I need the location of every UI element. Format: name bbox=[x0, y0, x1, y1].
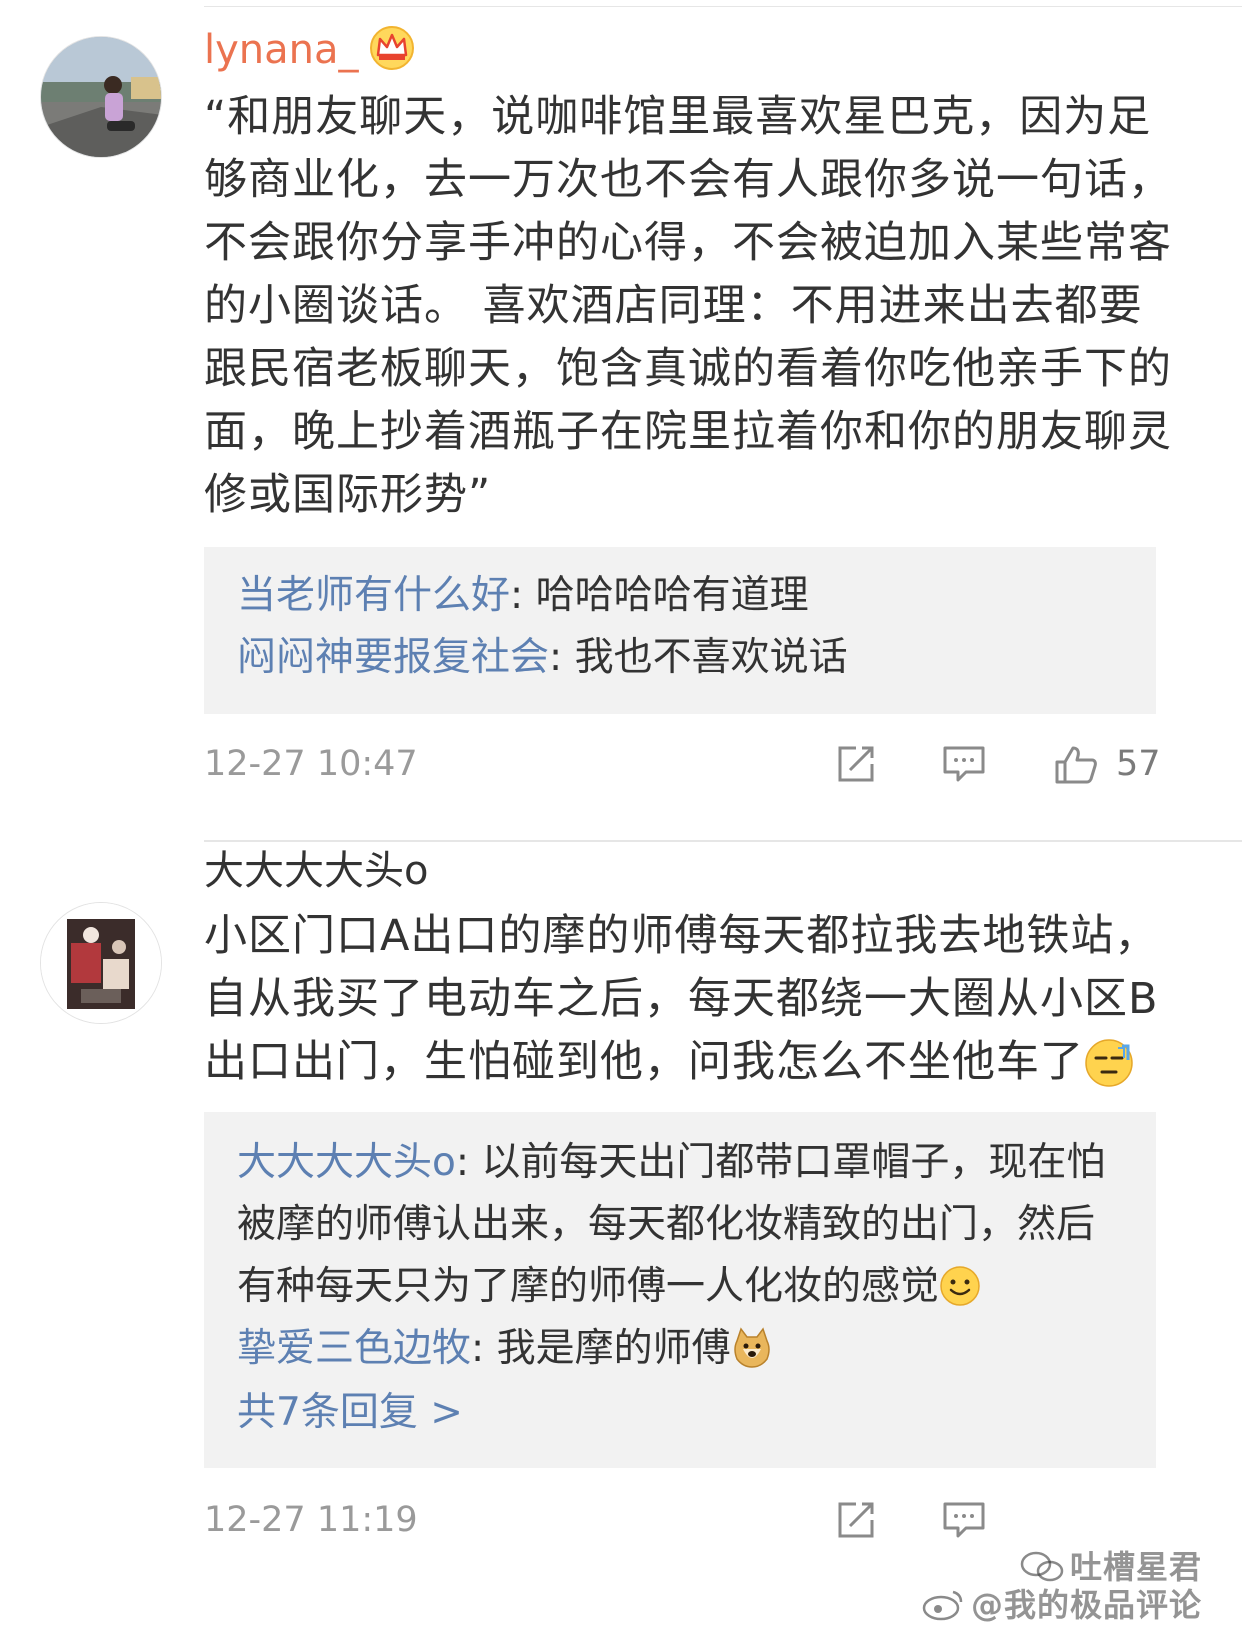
comment-item: 大大大大头o 小区门口A出口的摩的师傅每天都拉我去地铁站，自从我买了电动车之后，… bbox=[0, 842, 1242, 1627]
avatar[interactable] bbox=[40, 36, 162, 158]
reply-box[interactable]: 当老师有什么好: 哈哈哈哈有道理 闷闷神要报复社会: 我也不喜欢说话 bbox=[204, 547, 1156, 714]
wechat-icon bbox=[1020, 1550, 1064, 1584]
smile-emoji-icon bbox=[939, 1264, 981, 1306]
reply-item[interactable]: 大大大大头o: 以前每天出门都带口罩帽子，现在怕被摩的师傅认出来，每天都化妆精致… bbox=[237, 1132, 1132, 1318]
reply-separator: : bbox=[549, 635, 575, 680]
username-text[interactable]: lynana_ bbox=[204, 27, 359, 73]
doge-emoji-icon bbox=[731, 1326, 773, 1368]
timestamp: 12-27 11:19 bbox=[204, 1500, 418, 1540]
comment-text: “和朋友聊天，说咖啡馆里最喜欢星巴克，因为足够商业化，去一万次也不会有人跟你多说… bbox=[204, 92, 1172, 520]
watermark-line1: 吐槽星君 bbox=[1020, 1547, 1202, 1587]
crown-icon bbox=[369, 25, 415, 71]
comment-username[interactable]: lynana_ bbox=[204, 24, 415, 76]
share-icon[interactable] bbox=[834, 744, 878, 784]
watermark-text: @我的极品评论 bbox=[970, 1586, 1202, 1624]
reply-separator: : bbox=[471, 1326, 497, 1371]
like-count: 57 bbox=[1116, 744, 1161, 784]
comment-text: 小区门口A出口的摩的师傅每天都拉我去地铁站，自从我买了电动车之后，每天都绕一大圈… bbox=[204, 905, 1184, 1094]
watermark: 吐槽星君 @我的极品评论 bbox=[922, 1547, 1202, 1624]
reply-username[interactable]: 闷闷神要报复社会 bbox=[237, 635, 549, 680]
reply-item[interactable]: 挚爱三色边牧: 我是摩的师傅 bbox=[237, 1318, 1132, 1380]
reply-text: 我也不喜欢说话 bbox=[574, 635, 848, 680]
reply-username[interactable]: 当老师有什么好 bbox=[237, 573, 510, 618]
reply-separator: : bbox=[455, 1140, 482, 1185]
more-replies-link[interactable]: 共7条回复 > bbox=[237, 1380, 1156, 1446]
reply-username[interactable]: 挚爱三色边牧 bbox=[237, 1326, 471, 1371]
comment-icon[interactable] bbox=[942, 1500, 986, 1540]
reply-username[interactable]: 大大大大头o bbox=[237, 1140, 456, 1185]
avatar[interactable] bbox=[40, 902, 162, 1024]
reply-box[interactable]: 大大大大头o: 以前每天出门都带口罩帽子，现在怕被摩的师傅认出来，每天都化妆精致… bbox=[204, 1112, 1156, 1468]
comment-item: lynana_ “和朋友聊天，说咖啡馆里最喜欢星巴克，因为足够商业化，去一万次也… bbox=[0, 0, 1242, 840]
reply-item[interactable]: 闷闷神要报复社会: 我也不喜欢说话 bbox=[237, 627, 1132, 689]
comment-username[interactable]: 大大大大头o bbox=[204, 845, 428, 897]
comment-text-content: 小区门口A出口的摩的师傅每天都拉我去地铁站，自从我买了电动车之后，每天都绕一大圈… bbox=[204, 911, 1159, 1087]
comment-footer: 12-27 10:47 57 bbox=[204, 734, 1242, 794]
sweat-face-emoji-icon bbox=[1084, 1038, 1134, 1088]
watermark-line2: @我的极品评论 bbox=[921, 1585, 1202, 1625]
avatar-photo-icon bbox=[41, 37, 161, 157]
reply-separator: : bbox=[510, 573, 536, 618]
weibo-icon bbox=[921, 1588, 965, 1622]
thumbs-up-icon[interactable] bbox=[1054, 744, 1098, 784]
timestamp: 12-27 10:47 bbox=[204, 744, 418, 784]
comment-icon[interactable] bbox=[942, 744, 986, 784]
reply-text: 我是摩的师傅 bbox=[496, 1326, 731, 1371]
share-icon[interactable] bbox=[834, 1500, 878, 1540]
watermark-text: 吐槽星君 bbox=[1069, 1548, 1202, 1586]
comment-footer: 12-27 11:19 bbox=[204, 1490, 1242, 1550]
reply-text: 哈哈哈哈有道理 bbox=[535, 573, 809, 618]
reply-item[interactable]: 当老师有什么好: 哈哈哈哈有道理 bbox=[237, 565, 1132, 627]
avatar-photo-icon bbox=[41, 903, 161, 1023]
